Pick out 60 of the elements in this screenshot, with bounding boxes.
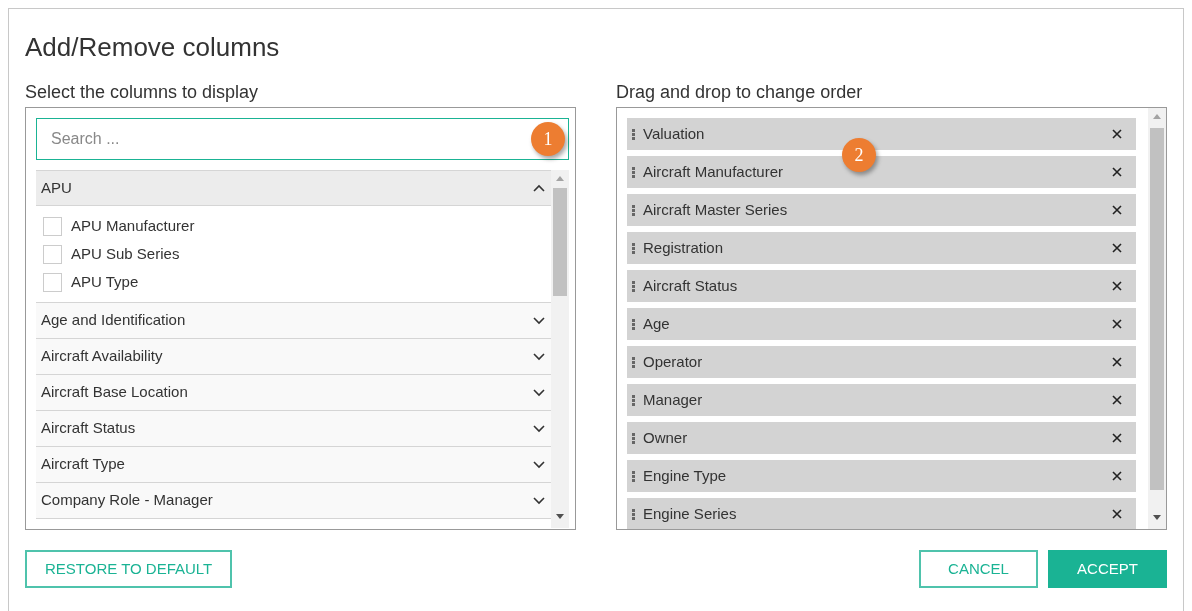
category-header[interactable]: Aircraft Availability <box>36 339 551 375</box>
scroll-thumb[interactable] <box>553 188 567 296</box>
close-icon[interactable] <box>1112 395 1122 405</box>
close-icon[interactable] <box>1112 509 1122 519</box>
scroll-thumb[interactable] <box>1150 128 1164 490</box>
drag-handle-icon[interactable] <box>632 432 635 444</box>
scrollbar[interactable] <box>1148 108 1166 529</box>
category-header[interactable]: APU <box>36 171 551 206</box>
column-checkbox[interactable]: APU Type <box>36 268 551 296</box>
category-header[interactable]: Age and Identification <box>36 303 551 339</box>
drag-handle-icon[interactable] <box>632 318 635 330</box>
section-heading: Select the columns to display <box>25 81 260 103</box>
column-chip[interactable]: Owner <box>627 422 1136 454</box>
chevron-up-icon <box>533 184 545 192</box>
drag-handle-icon[interactable] <box>632 166 635 178</box>
category-header[interactable]: Aircraft Base Location <box>36 375 551 411</box>
chevron-down-icon <box>533 316 545 325</box>
drag-handle-icon[interactable] <box>632 242 635 254</box>
category-header[interactable]: Company Role - Manager <box>36 483 551 519</box>
drag-handle-icon[interactable] <box>632 508 635 520</box>
section-heading: Drag and drop to change order <box>616 81 864 103</box>
column-chip[interactable]: Manager <box>627 384 1136 416</box>
close-icon[interactable] <box>1112 205 1122 215</box>
callout-badge: 1 <box>531 122 565 156</box>
close-icon[interactable] <box>1112 167 1122 177</box>
chevron-down-icon <box>533 496 545 505</box>
column-chip[interactable]: Age <box>627 308 1136 340</box>
category-header[interactable]: Aircraft Type <box>36 447 551 483</box>
column-chip[interactable]: Registration <box>627 232 1136 264</box>
scroll-up-icon[interactable] <box>1153 114 1161 119</box>
drag-handle-icon[interactable] <box>632 470 635 482</box>
drag-handle-icon[interactable] <box>632 128 635 140</box>
drag-handle-icon[interactable] <box>632 356 635 368</box>
close-icon[interactable] <box>1112 471 1122 481</box>
column-chip[interactable]: Operator <box>627 346 1136 378</box>
scroll-up-icon[interactable] <box>556 176 564 181</box>
column-chip[interactable]: Engine Type <box>627 460 1136 492</box>
dialog-title: Add/Remove columns <box>25 31 281 63</box>
scrollbar[interactable] <box>551 170 569 528</box>
scroll-down-icon[interactable] <box>1153 515 1161 520</box>
column-checkbox[interactable]: APU Sub Series <box>36 240 551 268</box>
close-icon[interactable] <box>1112 243 1122 253</box>
chevron-down-icon <box>533 460 545 469</box>
close-icon[interactable] <box>1112 129 1122 139</box>
column-chip[interactable]: Engine Series <box>627 498 1136 529</box>
close-icon[interactable] <box>1112 433 1122 443</box>
drag-handle-icon[interactable] <box>632 204 635 216</box>
chevron-down-icon <box>533 388 545 397</box>
scroll-down-icon[interactable] <box>556 514 564 519</box>
drag-handle-icon[interactable] <box>632 280 635 292</box>
chevron-down-icon <box>533 424 545 433</box>
drag-handle-icon[interactable] <box>632 394 635 406</box>
close-icon[interactable] <box>1112 319 1122 329</box>
column-chip[interactable]: Aircraft Status <box>627 270 1136 302</box>
close-icon[interactable] <box>1112 281 1122 291</box>
column-checkbox[interactable]: APU Manufacturer <box>36 212 551 240</box>
category-header[interactable]: Aircraft Status <box>36 411 551 447</box>
close-icon[interactable] <box>1112 357 1122 367</box>
chevron-down-icon <box>533 352 545 361</box>
column-chip[interactable]: Aircraft Master Series <box>627 194 1136 226</box>
